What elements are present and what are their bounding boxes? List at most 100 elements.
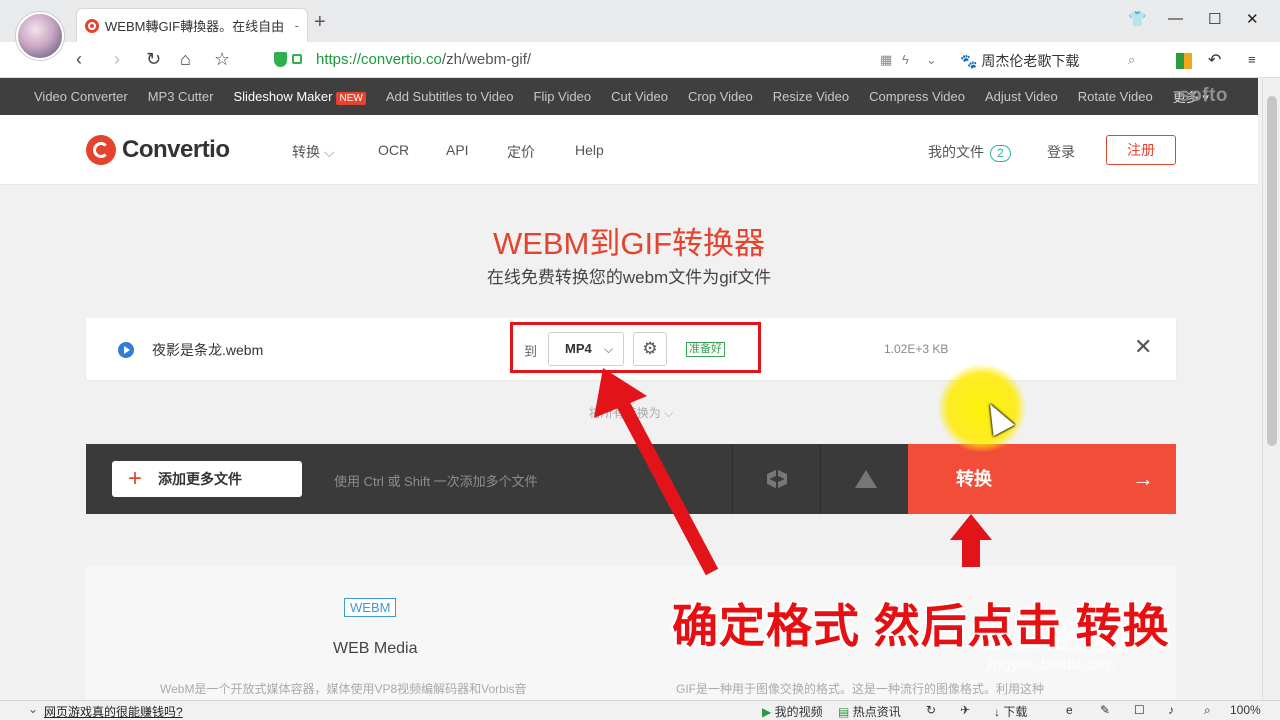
reload-icon[interactable]: ↻ xyxy=(146,50,161,68)
strip-link[interactable]: MP3 Cutter xyxy=(148,89,214,104)
refresh-icon[interactable]: ↻ xyxy=(926,703,936,717)
star-icon[interactable]: ☆ xyxy=(214,50,230,68)
extensions-icon[interactable] xyxy=(1176,53,1192,69)
zoom-icon[interactable]: ⌕ xyxy=(1204,703,1211,718)
back-icon[interactable]: ‹ xyxy=(76,50,82,68)
pin-icon[interactable]: ✈ xyxy=(960,703,970,717)
new-badge: NEW xyxy=(336,92,366,105)
strip-link[interactable]: Video Converter xyxy=(34,89,128,104)
page-scrollbar[interactable] xyxy=(1262,78,1280,700)
chevron-down-icon: ⌵ xyxy=(664,406,674,420)
chevron-down-icon[interactable]: ⌄ xyxy=(28,702,38,716)
dropbox-button[interactable] xyxy=(732,444,820,514)
watermark-url: jingyan.baidu.com xyxy=(986,656,1115,673)
nav-convert-label: 转换 xyxy=(292,144,320,160)
search-suggestion[interactable]: 🐾 周杰伦老歌下载 xyxy=(960,51,1079,71)
news-icon: ▤ xyxy=(838,705,850,719)
google-drive-button[interactable] xyxy=(820,444,908,514)
skin-icon[interactable]: 👕 xyxy=(1128,10,1147,28)
files-count-badge: 2 xyxy=(990,145,1011,162)
nav-pricing[interactable]: 定价 xyxy=(507,142,535,162)
url-host: https://convertio.co xyxy=(316,51,442,68)
convert-all-label: 将所有转换为 xyxy=(588,406,661,420)
convert-label: 转换 xyxy=(956,469,992,489)
scrollbar-thumb[interactable] xyxy=(1267,96,1277,446)
strip-link[interactable]: Compress Video xyxy=(869,89,965,104)
nav-help[interactable]: Help xyxy=(575,142,604,158)
user-avatar[interactable] xyxy=(16,12,64,60)
convert-button[interactable]: 转换 → xyxy=(908,444,1176,514)
nav-convert[interactable]: 转换 ⌵ xyxy=(292,142,335,162)
news-ticker-link[interactable]: 网页游戏真的很能赚钱吗? xyxy=(44,703,183,720)
strip-link[interactable]: Flip Video xyxy=(534,89,592,104)
site-header: Convertio 转换 ⌵ OCR API 定价 Help 我的文件 2 登录 … xyxy=(0,115,1258,185)
softo-logo[interactable]: softo xyxy=(1179,85,1228,107)
speaker-icon[interactable]: ♪ xyxy=(1168,703,1174,717)
minimize-button[interactable]: — xyxy=(1168,10,1183,27)
webm-format-tag: WEBM xyxy=(344,598,397,617)
strip-link[interactable]: Cut Video xyxy=(611,89,668,104)
tab-close-icon[interactable]: - xyxy=(295,18,299,33)
add-more-label: 添加更多文件 xyxy=(158,471,242,487)
page-subtitle: 在线免费转换您的webm文件为gif文件 xyxy=(486,268,772,287)
my-files-link[interactable]: 我的文件 2 xyxy=(928,142,1011,162)
maximize-button[interactable]: ☐ xyxy=(1208,10,1221,28)
login-link[interactable]: 登录 xyxy=(1047,142,1075,162)
ie-icon[interactable]: e xyxy=(1066,703,1073,717)
new-tab-button[interactable]: + xyxy=(314,12,326,32)
register-button[interactable]: 注册 xyxy=(1106,135,1176,165)
lightning-icon[interactable]: ϟ xyxy=(902,52,909,67)
my-video-label: 我的视频 xyxy=(774,705,823,719)
download-icon: ↓ xyxy=(994,705,1000,719)
dropbox-icon xyxy=(767,469,787,489)
download-link[interactable]: ↓ 下载 xyxy=(994,703,1027,720)
search-icon[interactable]: ⌕ xyxy=(1128,52,1135,68)
close-window-button[interactable]: ✕ xyxy=(1246,10,1259,28)
convert-all-dropdown[interactable]: 将所有转换为 ⌵ xyxy=(0,404,1262,421)
nav-api[interactable]: API xyxy=(446,142,469,158)
dropdown-icon[interactable]: ⌄ xyxy=(926,52,937,68)
home-icon[interactable]: ⌂ xyxy=(180,50,191,68)
my-files-label: 我的文件 xyxy=(928,144,984,160)
forward-icon[interactable]: › xyxy=(114,50,120,68)
nav-ocr[interactable]: OCR xyxy=(378,142,409,158)
strip-link-label: Slideshow Maker xyxy=(233,89,333,104)
gif-description: GIF是一种用于图像交换的格式。这是一种流行的图像格式。利用这种 xyxy=(676,682,1045,696)
add-more-files-button[interactable]: + 添加更多文件 xyxy=(112,461,302,497)
strip-link[interactable]: Crop Video xyxy=(688,89,753,104)
address-bar: ‹ › ↻ ⌂ ☆ https://convertio.co/zh/webm-g… xyxy=(0,42,1280,78)
strip-link[interactable]: Rotate Video xyxy=(1078,89,1153,104)
edit-icon[interactable]: ✎ xyxy=(1100,703,1110,717)
chevron-down-icon: ⌵ xyxy=(323,144,335,160)
action-bar: + 添加更多文件 使用 Ctrl 或 Shift 一次添加多个文件 转换 → xyxy=(86,444,1176,514)
hot-news-link[interactable]: ▤ 热点资讯 xyxy=(838,703,901,720)
hot-news-label: 热点资讯 xyxy=(852,705,901,719)
convertio-logo-icon[interactable] xyxy=(86,135,116,165)
strip-link[interactable]: Adjust Video xyxy=(985,89,1058,104)
status-bar: ⌄ 网页游戏真的很能赚钱吗? ▶ 我的视频 ▤ 热点资讯 ↻ ✈ ↓ 下载 e … xyxy=(0,700,1280,720)
qr-icon[interactable]: ▦ xyxy=(880,52,892,68)
video-icon: ▶ xyxy=(762,705,772,719)
plus-icon: + xyxy=(128,465,143,492)
strip-link-slideshow[interactable]: Slideshow Maker NEW xyxy=(233,89,366,105)
strip-link[interactable]: Add Subtitles to Video xyxy=(386,89,514,104)
search-engine-label: 周杰伦老歌下载 xyxy=(981,53,1080,69)
google-drive-icon xyxy=(855,470,877,488)
my-video-link[interactable]: ▶ 我的视频 xyxy=(762,703,823,720)
window-icon[interactable]: ☐ xyxy=(1134,703,1145,717)
convertio-favicon-icon xyxy=(85,18,99,33)
undo-icon[interactable]: ↶ xyxy=(1208,50,1221,70)
download-label: 下载 xyxy=(1003,705,1028,719)
zoom-level[interactable]: 100% xyxy=(1230,703,1261,717)
file-size: 1.02E+3 KB xyxy=(884,342,949,356)
annotation-highlight-box xyxy=(510,322,761,373)
site-logo[interactable]: Convertio xyxy=(122,136,230,164)
browser-tab[interactable]: WEBM轉GIF轉換器。在线自由 - xyxy=(76,8,308,42)
baidu-paw-icon: 🐾 xyxy=(960,53,978,69)
strip-link[interactable]: Resize Video xyxy=(773,89,849,104)
url-field[interactable]: https://convertio.co/zh/webm-gif/ xyxy=(316,51,531,68)
close-icon[interactable]: ✕ xyxy=(1134,335,1152,359)
annotation-arrow-head xyxy=(950,514,992,540)
annotation-caption: 确定格式 然后点击 转换 xyxy=(672,600,1170,652)
menu-icon[interactable]: ≡ xyxy=(1248,52,1256,67)
